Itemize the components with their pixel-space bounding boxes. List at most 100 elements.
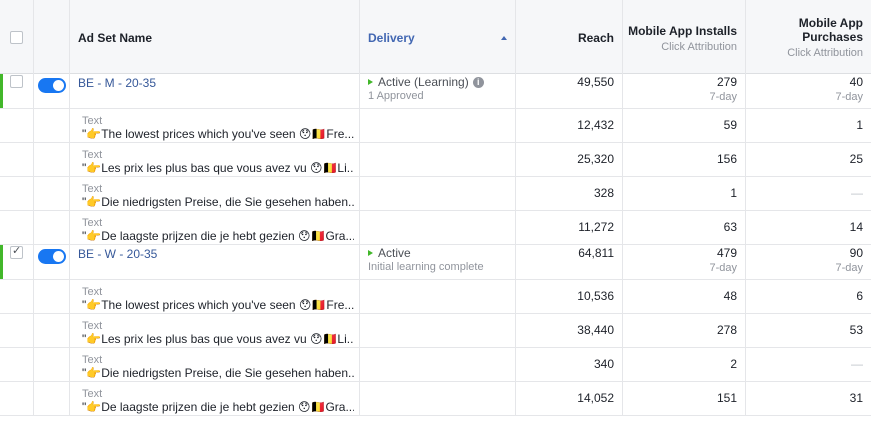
purchases-window: 7-day <box>835 91 863 103</box>
table-body: BE - M - 20-35 Active (Learning) i 1 App… <box>0 74 871 416</box>
ad-text-preview[interactable]: "👉Les prix les plus bas que vous avez vu… <box>82 161 354 175</box>
ad-text-preview[interactable]: "👉The lowest prices which you've seen 😯🇧… <box>82 127 354 141</box>
ad-text-preview[interactable]: "👉Die niedrigsten Preise, die Sie gesehe… <box>82 366 354 380</box>
ad-installs-cell: 59 <box>623 109 746 142</box>
ad-reach-value: 38,440 <box>577 323 614 337</box>
ad-select-cell <box>0 280 34 313</box>
ad-text-preview[interactable]: "👉De laagste prijzen die je hebt gezien … <box>82 400 354 414</box>
ad-set-name-cell: BE - M - 20-35 <box>70 74 360 108</box>
ad-reach-cell: 328 <box>516 177 623 210</box>
ad-set-row[interactable]: BE - W - 20-35 Active Initial learning c… <box>0 244 871 280</box>
active-indicator <box>0 74 3 108</box>
ad-set-toggle[interactable] <box>38 78 66 93</box>
ad-row[interactable]: Text "👉Les prix les plus bas que vous av… <box>0 143 871 177</box>
ad-toggle-cell <box>34 280 70 313</box>
ad-sets-table: Ad Set Name Delivery Reach Mobile App In… <box>0 0 871 424</box>
ad-text-cell: Text "👉Les prix les plus bas que vous av… <box>70 143 360 176</box>
header-ad-set-name[interactable]: Ad Set Name <box>70 0 360 74</box>
ad-select-cell <box>0 109 34 142</box>
purchases-value: 40 <box>849 75 863 89</box>
ad-purchases-cell: 53 <box>746 314 871 347</box>
ad-row[interactable]: Text "👉Die niedrigsten Preise, die Sie g… <box>0 348 871 382</box>
ad-installs-value: 48 <box>723 289 737 303</box>
ad-toggle-cell <box>34 348 70 381</box>
ad-reach-cell: 12,432 <box>516 109 623 142</box>
ad-text-cell: Text "👉The lowest prices which you've se… <box>70 280 360 313</box>
ad-row[interactable]: Text "👉The lowest prices which you've se… <box>0 109 871 143</box>
ad-set-name-link[interactable]: BE - M - 20-35 <box>78 76 156 90</box>
info-icon[interactable]: i <box>472 76 484 88</box>
ad-purchases-value: 14 <box>849 220 863 234</box>
ad-reach-value: 12,432 <box>577 118 614 132</box>
ad-row[interactable]: Text "👉De laagste prijzen die je hebt ge… <box>0 382 871 416</box>
active-indicator <box>0 245 3 279</box>
status-dot-icon <box>368 79 373 85</box>
ad-row[interactable]: Text "👉Les prix les plus bas que vous av… <box>0 314 871 348</box>
purchases-window: 7-day <box>835 262 863 274</box>
ad-purchases-value: — <box>851 357 863 371</box>
ad-reach-value: 10,536 <box>577 289 614 303</box>
delivery-status: Active (Learning) i <box>368 75 484 89</box>
ad-installs-value: 151 <box>716 391 737 405</box>
ad-delivery-cell <box>360 314 516 347</box>
ad-select-cell <box>0 211 34 244</box>
header-delivery-label: Delivery <box>368 31 415 45</box>
ad-row[interactable]: Text "👉De laagste prijzen die je hebt ge… <box>0 211 871 245</box>
installs-window: 7-day <box>709 91 737 103</box>
sort-ascending-icon[interactable] <box>501 36 507 40</box>
ad-purchases-value: 6 <box>856 289 863 303</box>
ad-set-row[interactable]: BE - M - 20-35 Active (Learning) i 1 App… <box>0 74 871 109</box>
reach-value: 49,550 <box>577 75 614 89</box>
ad-installs-cell: 151 <box>623 382 746 415</box>
ad-text-preview[interactable]: "👉Die niedrigsten Preise, die Sie gesehe… <box>82 195 354 209</box>
ad-toggle-cell <box>34 314 70 347</box>
ad-reach-value: 328 <box>593 186 614 200</box>
ad-installs-cell: 156 <box>623 143 746 176</box>
delivery-cell: Active Initial learning complete <box>360 245 516 279</box>
ad-toggle-cell <box>34 143 70 176</box>
row-checkbox[interactable] <box>10 75 23 88</box>
ad-text-preview[interactable]: "👉Les prix les plus bas que vous avez vu… <box>82 332 354 346</box>
ad-text-preview[interactable]: "👉The lowest prices which you've seen 😯🇧… <box>82 298 354 312</box>
table-header: Ad Set Name Delivery Reach Mobile App In… <box>0 0 871 74</box>
reach-value: 64,811 <box>578 246 614 260</box>
delivery-status-text: Active (Learning) <box>378 75 469 89</box>
ad-text-cell: Text "👉Die niedrigsten Preise, die Sie g… <box>70 177 360 210</box>
ad-select-cell <box>0 314 34 347</box>
ad-text-cell: Text "👉Les prix les plus bas que vous av… <box>70 314 360 347</box>
ad-delivery-cell <box>360 348 516 381</box>
ad-purchases-cell: 31 <box>746 382 871 415</box>
ad-row[interactable]: Text "👉The lowest prices which you've se… <box>0 280 871 314</box>
header-purchases[interactable]: Mobile App Purchases Click Attribution <box>746 0 871 74</box>
ad-toggle-cell <box>34 211 70 244</box>
select-all-checkbox[interactable] <box>10 31 23 44</box>
ad-installs-cell: 48 <box>623 280 746 313</box>
ad-select-cell <box>0 177 34 210</box>
header-ad-set-name-label: Ad Set Name <box>78 31 153 45</box>
ad-purchases-cell: 14 <box>746 211 871 244</box>
ad-delivery-cell <box>360 143 516 176</box>
ad-delivery-cell <box>360 109 516 142</box>
ad-purchases-value: 53 <box>849 323 863 337</box>
ad-installs-value: 1 <box>730 186 737 200</box>
header-delivery[interactable]: Delivery <box>360 0 516 74</box>
ad-select-cell <box>0 348 34 381</box>
ad-purchases-value: 31 <box>849 391 863 405</box>
status-dot-icon <box>368 250 373 256</box>
header-installs[interactable]: Mobile App Installs Click Attribution <box>623 0 746 74</box>
row-checkbox[interactable] <box>10 244 23 259</box>
ad-installs-cell: 1 <box>623 177 746 210</box>
ad-set-name-link[interactable]: BE - W - 20-35 <box>78 247 157 261</box>
ad-reach-cell: 10,536 <box>516 280 623 313</box>
ad-text-label: Text <box>82 320 103 332</box>
ad-row[interactable]: Text "👉Die niedrigsten Preise, die Sie g… <box>0 177 871 211</box>
ad-delivery-cell <box>360 382 516 415</box>
ad-text-preview[interactable]: "👉De laagste prijzen die je hebt gezien … <box>82 229 354 243</box>
ad-installs-cell: 63 <box>623 211 746 244</box>
ad-installs-value: 2 <box>730 357 737 371</box>
header-reach[interactable]: Reach <box>516 0 623 74</box>
ad-reach-cell: 11,272 <box>516 211 623 244</box>
select-all-cell <box>0 0 34 74</box>
ad-set-toggle[interactable] <box>38 249 66 264</box>
delivery-cell: Active (Learning) i 1 Approved <box>360 74 516 108</box>
